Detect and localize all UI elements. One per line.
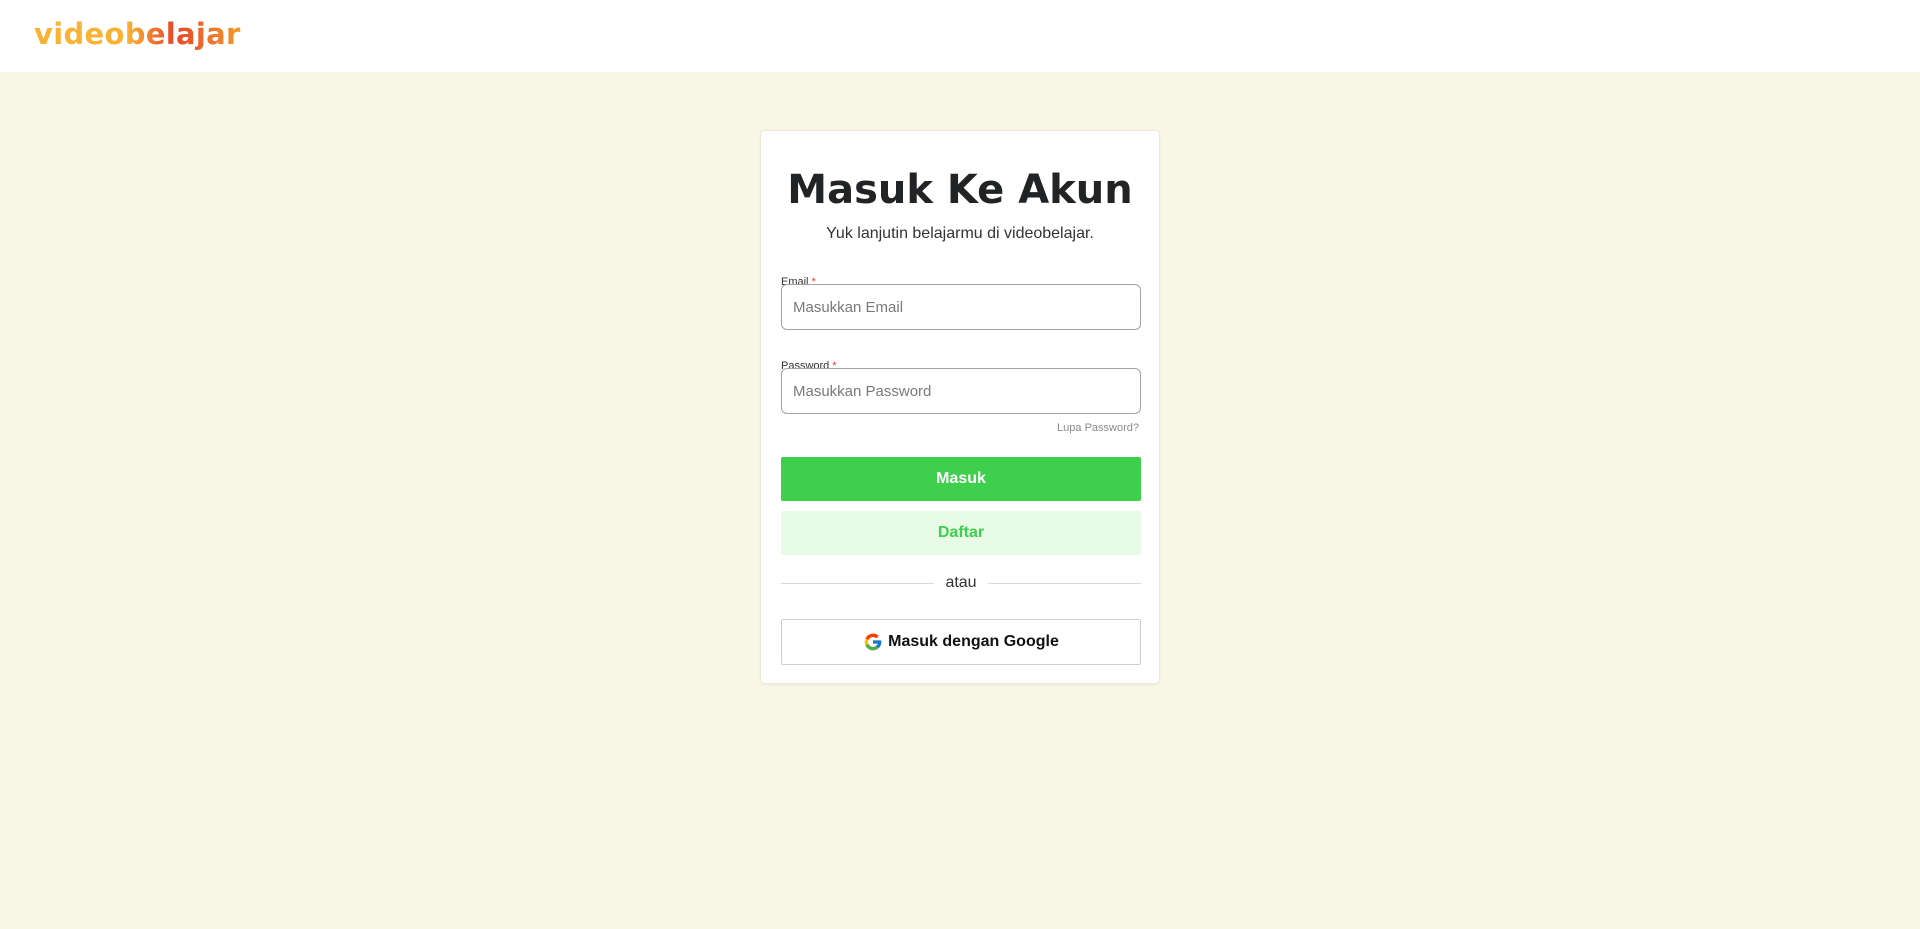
- register-button[interactable]: Daftar: [781, 511, 1141, 555]
- logo[interactable]: videobelajar: [34, 16, 241, 52]
- google-login-button[interactable]: Masuk dengan Google: [781, 619, 1141, 665]
- login-button[interactable]: Masuk: [781, 457, 1141, 501]
- google-login-label: Masuk dengan Google: [888, 633, 1059, 650]
- forgot-password-link[interactable]: Lupa Password?: [1057, 421, 1139, 435]
- page-subtitle: Yuk lanjutin belajarmu di videobelajar.: [826, 225, 1094, 242]
- divider-line-right: [987, 582, 1142, 584]
- or-divider: atau: [781, 573, 1142, 593]
- email-field[interactable]: [781, 284, 1141, 330]
- divider-text: atau: [945, 574, 977, 591]
- page-title: Masuk Ke Akun: [787, 167, 1133, 213]
- login-card: Masuk Ke Akun Yuk lanjutin belajarmu di …: [760, 130, 1160, 684]
- google-icon: [863, 632, 883, 652]
- top-navbar: videobelajar: [0, 0, 1920, 72]
- divider-line-left: [781, 582, 935, 584]
- password-field[interactable]: [781, 368, 1141, 414]
